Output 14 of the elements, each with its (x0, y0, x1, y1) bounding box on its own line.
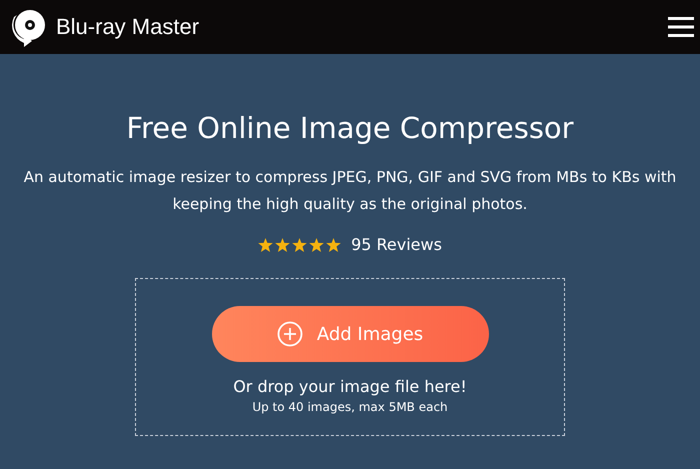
page-title: Free Online Image Compressor (126, 110, 574, 146)
plus-icon (276, 321, 303, 347)
drop-hint: Or drop your image file here! (233, 377, 467, 396)
brand-name[interactable]: Blu-ray Master (56, 14, 200, 40)
drop-zone[interactable]: Add Images Or drop your image file here! Up to 40 images, max 5MB each (135, 278, 565, 436)
description-text: An automatic image resizer to compress JPEG, PNG, GIF and SVG from MBs to KBs with keeping the high quality as the original photos. (22, 167, 678, 215)
star-icon (309, 238, 324, 252)
star-icon (275, 238, 290, 252)
upload-limit: Up to 40 images, max 5MB each (252, 400, 448, 414)
star-icon (326, 238, 342, 252)
menu-icon[interactable] (668, 16, 694, 38)
reviews-count[interactable]: 95 Reviews (351, 235, 442, 254)
star-icon (292, 238, 308, 252)
star-icon (258, 238, 274, 252)
